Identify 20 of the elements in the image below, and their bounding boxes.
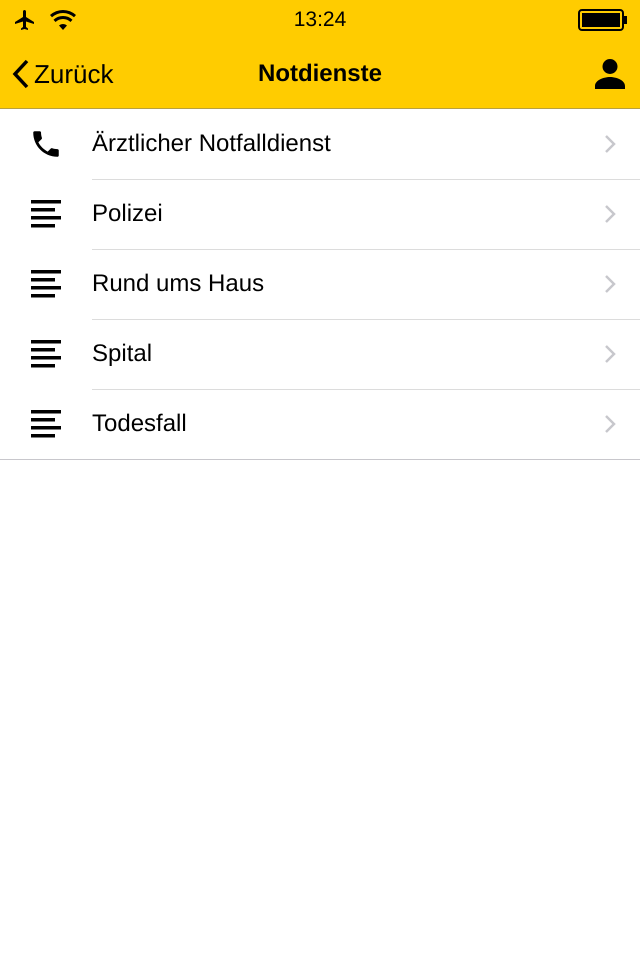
text-lines-icon [31,410,61,438]
list-item-label[interactable]: Spital [92,340,152,368]
chevron-left-icon [12,59,30,89]
list-item-label[interactable]: Rund ums Haus [92,270,264,298]
battery-icon [578,9,628,31]
list-item-label[interactable]: Polizei [92,200,163,228]
screen-title: Notdienste [258,60,382,88]
back-button[interactable]: Zurück [12,58,142,90]
text-lines-icon [31,340,61,368]
chevron-right-icon [604,134,616,154]
text-lines-icon [31,270,61,298]
chevron-right-icon [604,344,616,364]
status-time: 13:24 [294,8,346,32]
list-item-label[interactable]: Todesfall [92,410,187,438]
chevron-right-icon [604,414,616,434]
wifi-icon [50,10,76,30]
chevron-right-icon [604,204,616,224]
text-lines-icon [31,200,61,228]
chevron-right-icon [604,274,616,294]
list-item-label[interactable]: Ärztlicher Notfalldienst [92,130,331,158]
